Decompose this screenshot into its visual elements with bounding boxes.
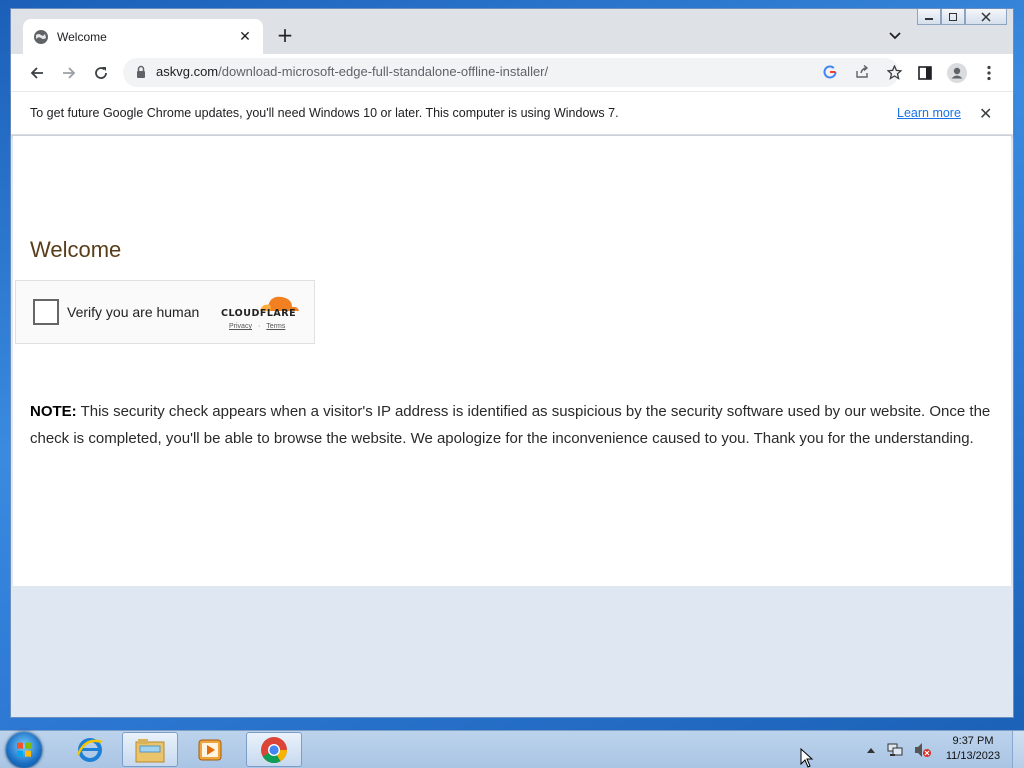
taskbar-file-explorer[interactable] bbox=[122, 732, 178, 767]
media-player-icon bbox=[198, 739, 222, 760]
link-separator: · bbox=[257, 323, 261, 330]
verify-human-label[interactable]: Verify you are human bbox=[67, 304, 199, 320]
page-background bbox=[13, 586, 1011, 717]
side-panel-icon bbox=[918, 66, 932, 80]
more-vertical-icon bbox=[987, 65, 991, 81]
infobar-close-icon[interactable]: ✕ bbox=[979, 104, 992, 123]
page-title: Welcome bbox=[30, 237, 122, 262]
mouse-cursor-icon bbox=[800, 748, 814, 768]
taskbar-media-player[interactable] bbox=[182, 732, 238, 767]
chrome-icon bbox=[261, 736, 288, 763]
taskbar-chrome[interactable] bbox=[246, 732, 302, 767]
start-button[interactable] bbox=[6, 732, 42, 768]
tab-strip: Welcome ✕ + bbox=[11, 9, 1013, 54]
back-arrow-icon bbox=[30, 67, 43, 79]
window-controls bbox=[917, 9, 1007, 27]
share-icon[interactable] bbox=[855, 65, 870, 79]
taskbar-clock[interactable]: 9:37 PM 11/13/2023 bbox=[940, 734, 1006, 764]
browser-toolbar: askvg.com/download-microsoft-edge-full-s… bbox=[11, 54, 1013, 91]
note-prefix: NOTE: bbox=[30, 403, 77, 420]
restore-button[interactable] bbox=[941, 9, 965, 25]
new-tab-button[interactable]: + bbox=[275, 25, 295, 45]
close-window-button[interactable] bbox=[965, 9, 1007, 25]
clock-time: 9:37 PM bbox=[952, 735, 994, 747]
cloudflare-turnstile-widget: Verify you are human CLOUDFLARE Privacy ·… bbox=[15, 280, 315, 344]
url-path: /download-microsoft-edge-full-standalone… bbox=[218, 64, 549, 79]
cloudflare-brand: CLOUDFLARE bbox=[221, 308, 297, 319]
tab-close-icon[interactable]: ✕ bbox=[237, 29, 253, 45]
folder-icon bbox=[135, 738, 165, 762]
security-note: NOTE: This security check appears when a… bbox=[30, 398, 1000, 452]
forward-button[interactable] bbox=[59, 63, 79, 83]
windows-taskbar: 9:37 PM 11/13/2023 bbox=[0, 730, 1024, 768]
side-panel-button[interactable] bbox=[915, 63, 935, 83]
show-desktop-button[interactable] bbox=[1012, 731, 1024, 768]
google-translate-icon[interactable] bbox=[823, 65, 837, 79]
reload-icon bbox=[95, 67, 107, 79]
tab-title: Welcome bbox=[57, 29, 107, 44]
back-button[interactable] bbox=[27, 63, 47, 83]
infobar-message: To get future Google Chrome updates, you… bbox=[30, 106, 619, 120]
reload-button[interactable] bbox=[91, 63, 111, 83]
terms-link[interactable]: Terms bbox=[266, 323, 285, 330]
windows-logo-icon bbox=[17, 742, 31, 757]
profile-avatar-icon bbox=[947, 63, 967, 83]
volume-muted-icon[interactable] bbox=[914, 742, 932, 758]
url-text: askvg.com/download-microsoft-edge-full-s… bbox=[156, 64, 548, 79]
internet-explorer-icon bbox=[76, 737, 103, 762]
globe-icon bbox=[34, 29, 48, 44]
address-bar[interactable]: askvg.com/download-microsoft-edge-full-s… bbox=[123, 58, 902, 87]
bookmark-star-icon[interactable] bbox=[887, 65, 902, 80]
network-icon[interactable] bbox=[886, 742, 904, 758]
note-text: This security check appears when a visit… bbox=[30, 403, 991, 447]
close-icon bbox=[981, 11, 991, 22]
update-infobar: To get future Google Chrome updates, you… bbox=[11, 91, 1013, 135]
url-host: askvg.com bbox=[156, 64, 219, 79]
restore-icon bbox=[949, 12, 957, 21]
chrome-menu-button[interactable] bbox=[979, 63, 999, 83]
chrome-window: Welcome ✕ + askvg.com/download-microsoft… bbox=[10, 8, 1014, 718]
page-content: Welcome Verify you are human CLOUDFLARE … bbox=[13, 136, 1011, 586]
verify-human-checkbox[interactable] bbox=[33, 299, 59, 325]
minimize-button[interactable] bbox=[917, 9, 941, 25]
tab-welcome[interactable]: Welcome ✕ bbox=[23, 19, 263, 54]
cloudflare-links: Privacy · Terms bbox=[229, 323, 285, 330]
forward-arrow-icon bbox=[63, 67, 76, 79]
learn-more-link[interactable]: Learn more bbox=[897, 106, 961, 120]
show-hidden-icons-icon[interactable] bbox=[866, 746, 876, 754]
clock-date: 11/13/2023 bbox=[945, 750, 1001, 762]
taskbar-internet-explorer[interactable] bbox=[62, 732, 118, 767]
profile-button[interactable] bbox=[947, 63, 967, 83]
system-tray bbox=[866, 735, 932, 765]
lock-icon[interactable] bbox=[135, 65, 147, 79]
minimize-icon bbox=[925, 17, 933, 20]
tab-search-icon[interactable] bbox=[887, 27, 903, 43]
privacy-link[interactable]: Privacy bbox=[229, 323, 252, 330]
